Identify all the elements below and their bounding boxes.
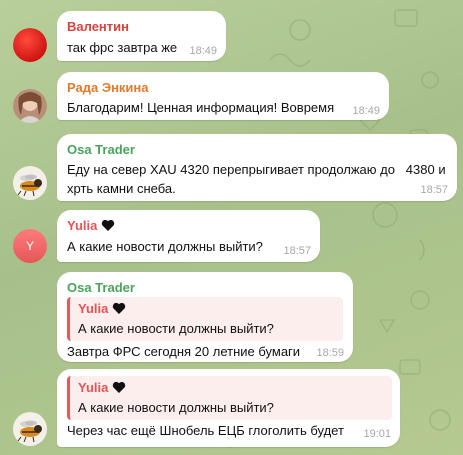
message-sender[interactable]: Osa Trader: [67, 142, 135, 157]
message-bubble[interactable]: Yulia А какие новости должны выйти? Чере…: [57, 369, 400, 447]
message-time: 18:59: [316, 347, 344, 359]
reply-quote-sender: Yulia: [78, 380, 126, 397]
black-heart-icon: [112, 381, 126, 397]
message-text: Завтра ФРС сегодня 20 летние бумаги: [67, 344, 301, 359]
reply-quote[interactable]: Yulia А какие новости должны выйти?: [67, 297, 343, 341]
reply-quote-sender-name: Yulia: [78, 301, 109, 316]
avatar-valentin[interactable]: [13, 28, 47, 62]
message-bubble[interactable]: Валентин так фрс завтра же 18:49: [57, 11, 226, 61]
reply-quote-sender: Yulia: [78, 301, 126, 318]
message-text-line-2: хрть камни снеба.: [67, 181, 176, 196]
message-text: А какие новости должны выйти?: [67, 239, 263, 254]
message-bubble[interactable]: Osa Trader Yulia А какие новости должны …: [57, 272, 353, 362]
message-time: 18:49: [352, 105, 380, 117]
message-time: 18:57: [420, 184, 448, 196]
message-sender-name: Yulia: [67, 218, 98, 233]
message-sender[interactable]: Рада Энкина: [67, 80, 149, 95]
black-heart-icon: [112, 302, 126, 318]
avatar-rada[interactable]: [13, 89, 47, 123]
message-time: 19:01: [363, 428, 391, 440]
message-sender[interactable]: Yulia: [67, 218, 115, 235]
avatar-letter: Y: [25, 239, 34, 253]
message-text-line-1: Еду на север XAU 4320 перепрыгивает прод…: [67, 162, 446, 177]
reply-quote[interactable]: Yulia А какие новости должны выйти?: [67, 376, 392, 420]
reply-quote-text: А какие новости должны выйти?: [78, 400, 274, 415]
message-bubble[interactable]: Рада Энкина Благодарим! Ценная информаци…: [57, 72, 389, 120]
message-bubble[interactable]: Osa Trader Еду на север XAU 4320 перепры…: [57, 134, 457, 201]
message-sender[interactable]: Osa Trader: [67, 280, 135, 295]
message-text: так фрс завтра же: [67, 40, 178, 55]
reply-quote-sender-name: Yulia: [78, 380, 109, 395]
message-bubble[interactable]: Yulia А какие новости должны выйти? 18:5…: [57, 210, 320, 262]
message-text: Благодарим! Ценная информация! Вовремя: [67, 100, 335, 115]
message-time: 18:49: [189, 45, 217, 57]
black-heart-icon: [101, 219, 115, 235]
reply-quote-text: А какие новости должны выйти?: [78, 321, 274, 336]
avatar-osa-trader[interactable]: [13, 166, 47, 200]
message-time: 18:57: [283, 245, 311, 257]
avatar-yulia[interactable]: Y: [13, 229, 47, 263]
avatar-osa-trader[interactable]: [13, 412, 47, 446]
message-text: Через час ещё Шнобель ЕЦБ глоголить буде…: [67, 423, 344, 438]
message-sender[interactable]: Валентин: [67, 19, 129, 34]
